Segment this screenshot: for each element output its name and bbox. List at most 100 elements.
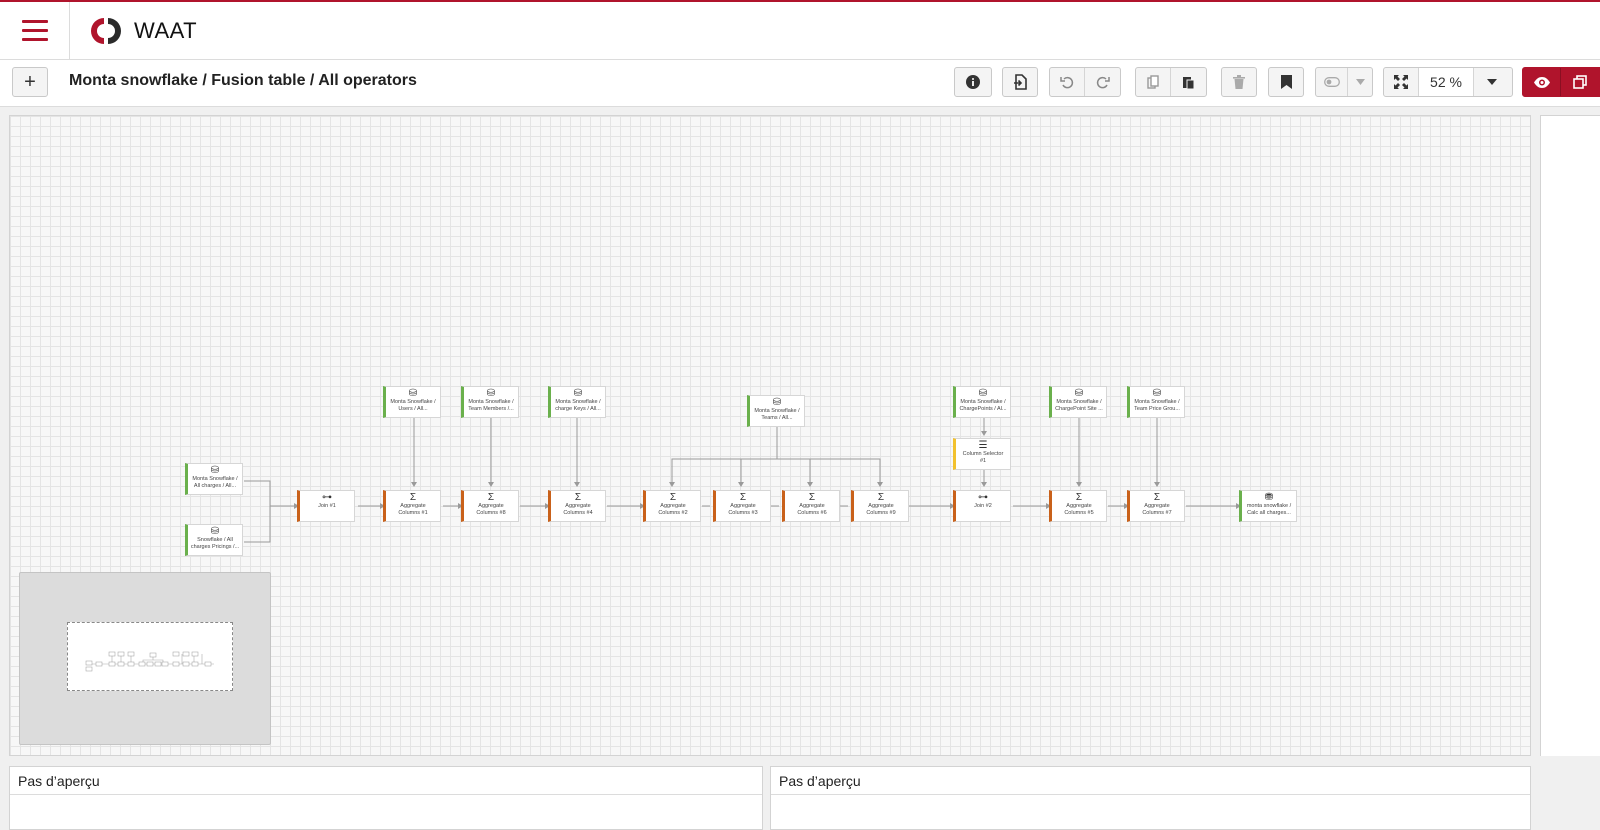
- delete-button[interactable]: [1221, 67, 1257, 97]
- aggregate-node[interactable]: Σ Aggregate Columns #5: [1049, 490, 1107, 522]
- breadcrumb: Monta snowflake / Fusion table / All ope…: [69, 72, 417, 89]
- hamburger-icon: [21, 17, 48, 44]
- undo-icon: [1060, 76, 1074, 89]
- node-label-1: Snowflake / All: [197, 537, 233, 543]
- info-icon: [966, 75, 980, 89]
- node-label-2: Columns #8: [476, 510, 506, 516]
- database-icon: ⛁: [210, 465, 220, 476]
- toggle-button[interactable]: [1316, 68, 1348, 96]
- zoom-dropdown-button[interactable]: [1474, 68, 1509, 96]
- join-node[interactable]: ⊶ Join #1: [297, 490, 355, 522]
- node-label-1: Join #1: [318, 503, 336, 509]
- node-label-2: charges Pricings /...: [190, 544, 240, 550]
- caret-down-icon: [1486, 79, 1497, 85]
- node-label-2: Team Members /...: [468, 406, 514, 412]
- node-label-2: Team Price Grou...: [1134, 406, 1180, 412]
- aggregate-node[interactable]: Σ Aggregate Columns #3: [713, 490, 771, 522]
- node-label-1: Aggregate: [478, 503, 504, 509]
- sigma-icon: Σ: [808, 492, 816, 503]
- database-icon: ⛁: [1152, 388, 1162, 399]
- node-label-1: Monta Snowflake /: [468, 399, 514, 405]
- preview-panel-left: Pas d’aperçu: [9, 766, 763, 830]
- paste-icon: [1183, 77, 1195, 89]
- dataset-node[interactable]: ⛁ Snowflake / All charges Pricings /...: [185, 524, 243, 556]
- paste-button[interactable]: [1171, 68, 1206, 96]
- node-label-2: ChargePoints / Al...: [959, 406, 1007, 412]
- database-icon: ⛁: [486, 388, 496, 399]
- view-mode-group: [1522, 67, 1600, 97]
- node-label-1: Aggregate: [799, 503, 825, 509]
- node-label-1: Monta Snowflake /: [1056, 399, 1102, 405]
- zoom-value[interactable]: 52 %: [1419, 68, 1474, 96]
- node-label-2: Teams / All...: [761, 415, 793, 421]
- fit-screen-button[interactable]: [1384, 68, 1419, 96]
- aggregate-node[interactable]: Σ Aggregate Columns #4: [548, 490, 606, 522]
- node-label-2: Columns #5: [1064, 510, 1094, 516]
- minimap[interactable]: [19, 572, 271, 745]
- dataset-node[interactable]: ⛁ Monta Snowflake / All charges / All...: [185, 463, 243, 495]
- zoom-group: 52 %: [1383, 67, 1513, 97]
- output-dataset-node[interactable]: ⛃ monta snowflake / Calc all charges...: [1239, 490, 1297, 522]
- menu-button[interactable]: [0, 2, 70, 59]
- node-label-1: monta snowflake /: [1246, 503, 1292, 509]
- aggregate-node[interactable]: Σ Aggregate Columns #2: [643, 490, 701, 522]
- database-icon: ⛁: [978, 388, 988, 399]
- import-icon: [1014, 74, 1027, 90]
- import-button[interactable]: [1002, 67, 1038, 97]
- bookmark-button[interactable]: [1268, 67, 1304, 97]
- node-label-2: Columns #9: [866, 510, 896, 516]
- dataset-node[interactable]: ⛁ Monta Snowflake / ChargePoints / Al...: [953, 386, 1011, 418]
- node-label-2: charge Keys / All...: [555, 406, 601, 412]
- node-label-2: #1: [979, 458, 987, 464]
- node-label-1: Monta Snowflake /: [555, 399, 601, 405]
- node-label-2: ChargePoint Site ...: [1055, 406, 1103, 412]
- copy-button[interactable]: [1136, 68, 1171, 96]
- dataset-node[interactable]: ⛁ Monta Snowflake / charge Keys / All...: [548, 386, 606, 418]
- node-label-1: Monta Snowflake /: [754, 408, 800, 414]
- join-node[interactable]: ⊶ Join #2: [953, 490, 1011, 522]
- node-label-1: Monta Snowflake /: [960, 399, 1006, 405]
- node-label-1: Aggregate: [400, 503, 426, 509]
- aggregate-node[interactable]: Σ Aggregate Columns #7: [1127, 490, 1185, 522]
- database-filled-icon: ⛃: [1264, 492, 1274, 503]
- dataset-node[interactable]: ⛁ Monta Snowflake / Team Members /...: [461, 386, 519, 418]
- node-label-2: Columns #7: [1142, 510, 1172, 516]
- join-icon: ⊶: [978, 492, 988, 503]
- database-icon: ⛁: [408, 388, 418, 399]
- dataset-node[interactable]: ⛁ Monta Snowflake / Users / All...: [383, 386, 441, 418]
- aggregate-node[interactable]: Σ Aggregate Columns #1: [383, 490, 441, 522]
- app-name: WAAT: [134, 18, 198, 43]
- visibility-toggle-group: [1315, 67, 1373, 97]
- node-label-2: Columns #6: [797, 510, 827, 516]
- trash-icon: [1233, 75, 1245, 89]
- bookmark-icon: [1280, 75, 1292, 89]
- info-button[interactable]: [954, 67, 992, 97]
- aggregate-node[interactable]: Σ Aggregate Columns #8: [461, 490, 519, 522]
- window-button[interactable]: [1561, 68, 1599, 96]
- waat-logo-icon: [91, 18, 121, 44]
- aggregate-node[interactable]: Σ Aggregate Columns #9: [851, 490, 909, 522]
- database-icon: ⛁: [1074, 388, 1084, 399]
- node-label-1: Aggregate: [660, 503, 686, 509]
- eye-icon: [1533, 76, 1550, 88]
- sigma-icon: Σ: [487, 492, 495, 503]
- preview-button[interactable]: [1523, 68, 1561, 96]
- sigma-icon: Σ: [877, 492, 885, 503]
- dataset-node[interactable]: ⛁ Monta Snowflake / ChargePoint Site ...: [1049, 386, 1107, 418]
- add-button[interactable]: +: [12, 67, 48, 97]
- workflow-toolbar: + Monta snowflake / Fusion table / All o…: [0, 60, 1600, 107]
- node-label-1: Monta Snowflake /: [1134, 399, 1180, 405]
- undo-button[interactable]: [1050, 68, 1085, 96]
- node-label-1: Monta Snowflake /: [192, 476, 238, 482]
- node-label-2: Columns #1: [398, 510, 428, 516]
- column-selector-node[interactable]: ☰ Column Selector #1: [953, 438, 1011, 470]
- preview-title: Pas d’aperçu: [771, 767, 1530, 795]
- dataset-node[interactable]: ⛁ Monta Snowflake / Teams / All...: [747, 395, 805, 427]
- minimap-viewport[interactable]: [67, 622, 233, 691]
- redo-button[interactable]: [1085, 68, 1120, 96]
- sigma-icon: Σ: [1153, 492, 1161, 503]
- dataset-node[interactable]: ⛁ Monta Snowflake / Team Price Grou...: [1127, 386, 1185, 418]
- node-label-1: Aggregate: [1144, 503, 1170, 509]
- aggregate-node[interactable]: Σ Aggregate Columns #6: [782, 490, 840, 522]
- toggle-dropdown-button[interactable]: [1348, 68, 1372, 96]
